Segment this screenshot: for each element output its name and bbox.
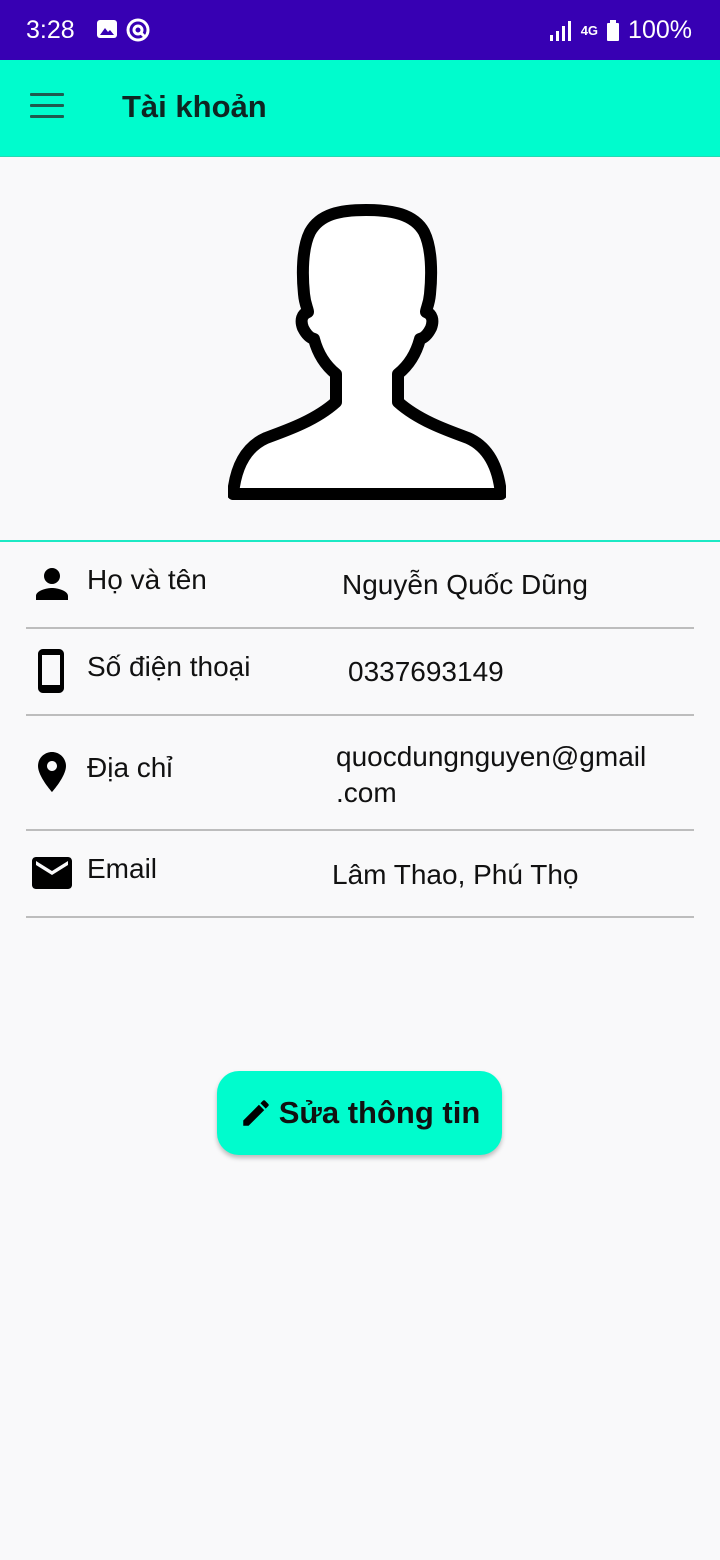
battery-icon — [607, 19, 620, 41]
person-icon — [36, 568, 68, 600]
edit-info-button[interactable]: Sửa thông tin — [217, 1071, 502, 1155]
signal-icon — [549, 20, 571, 41]
info-row-address: Địa chỉ quocdungnguyen@gmail .com — [26, 716, 694, 831]
avatar — [228, 204, 506, 500]
phone-icon — [38, 649, 64, 693]
pencil-icon — [242, 1100, 269, 1126]
battery-percent: 100% — [628, 16, 692, 44]
name-value: Nguyễn Quốc Dũng — [342, 569, 588, 600]
notification-icons — [96, 18, 150, 42]
phone-value: 0337693149 — [348, 656, 504, 687]
location-pin-icon — [38, 752, 66, 792]
info-row-name: Họ và tên Nguyễn Quốc Dũng — [26, 542, 694, 629]
email-value: Lâm Thao, Phú Thọ — [332, 859, 579, 890]
phone-label: Số điện thoại — [87, 651, 251, 682]
page-title: Tài khoản — [122, 89, 267, 124]
status-time: 3:28 — [26, 16, 75, 44]
image-notification-icon — [97, 20, 117, 38]
name-label: Họ và tên — [87, 564, 207, 595]
mail-icon — [32, 857, 72, 889]
status-right: 4G 100% — [549, 16, 692, 45]
address-label: Địa chỉ — [87, 752, 173, 783]
info-row-phone: Số điện thoại 0337693149 — [26, 629, 694, 716]
sync-notification-icon — [126, 18, 150, 42]
email-label: Email — [87, 853, 158, 884]
network-type-label: 4G — [580, 23, 599, 38]
status-bar: 3:28 4G 100% — [0, 0, 720, 60]
app-bar: Tài khoản — [0, 60, 720, 156]
address-value-line2: .com — [336, 777, 397, 808]
edit-button-label: Sửa thông tin — [278, 1095, 481, 1130]
menu-icon[interactable] — [30, 93, 64, 121]
info-row-email: Email Lâm Thao, Phú Thọ — [26, 831, 694, 918]
address-value-line1: quocdungnguyen@gmail — [336, 741, 647, 772]
